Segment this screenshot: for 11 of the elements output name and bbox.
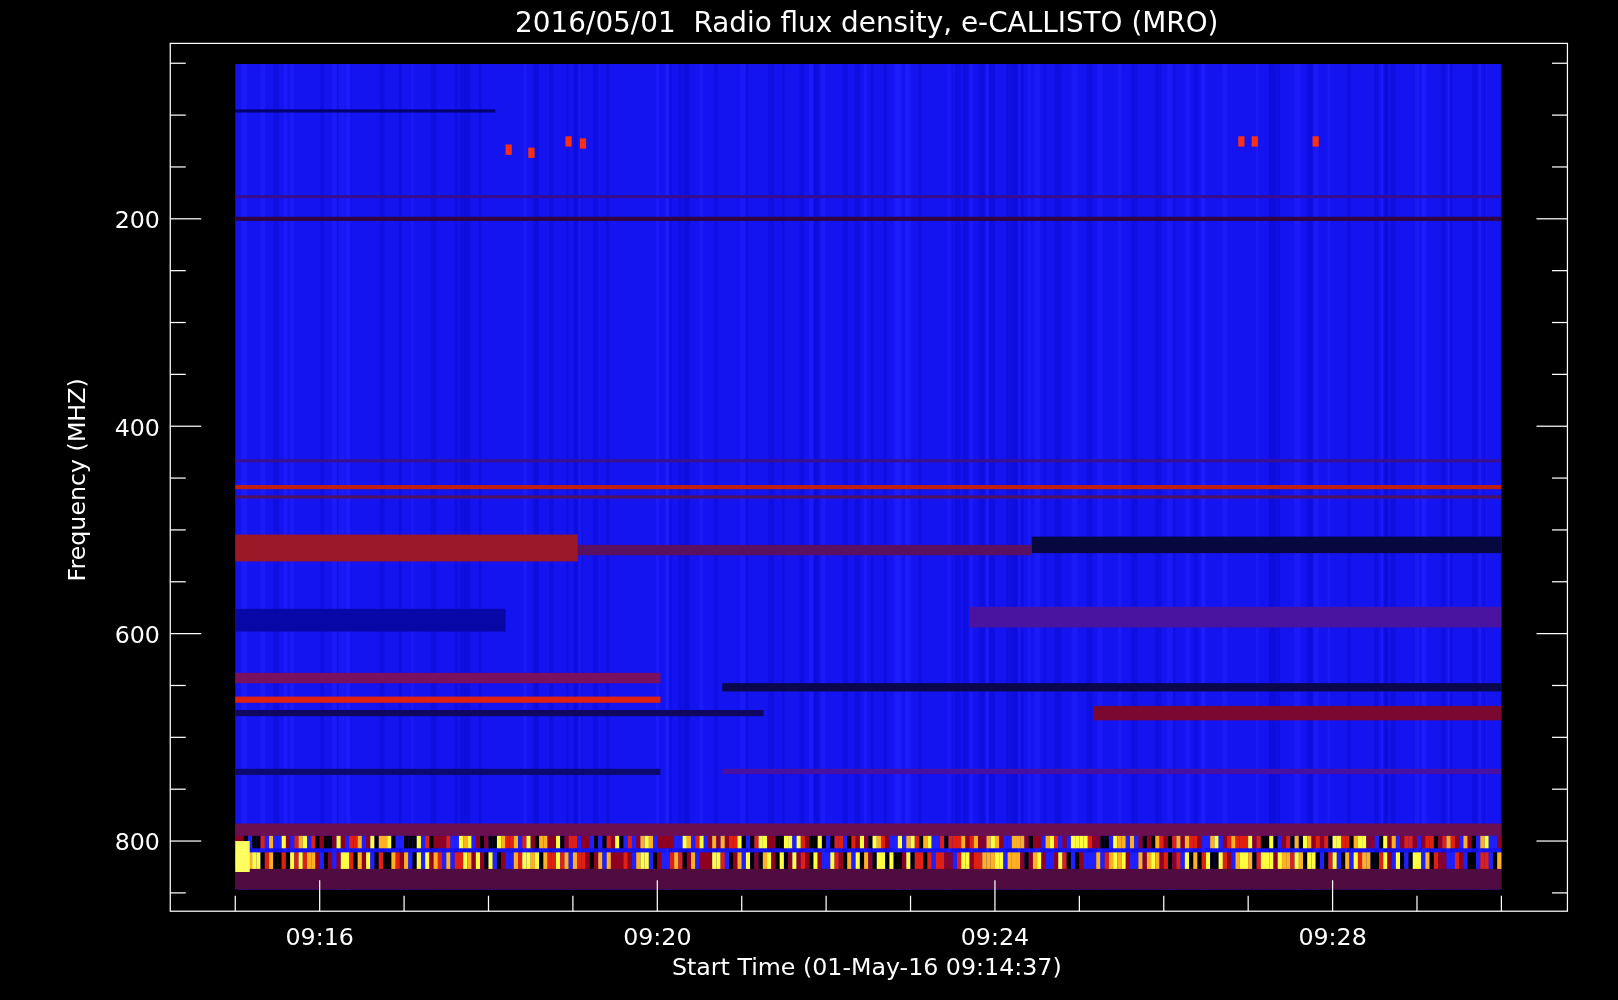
- axis-tick-label: 09:20: [623, 923, 692, 952]
- axis-tick-label: 400: [114, 413, 160, 442]
- axis-tick-label: 800: [114, 828, 160, 857]
- axis-tick-label: 09:24: [960, 923, 1030, 952]
- axis-tick-label: 09:28: [1298, 923, 1367, 952]
- axis-tick-label: 200: [114, 206, 160, 235]
- axis-tick-label: 09:16: [285, 923, 354, 952]
- y-axis-title: Frequency (MHZ): [62, 378, 91, 582]
- chart-title: 2016/05/01 Radio flux density, e-CALLISTO (MRO): [515, 6, 1219, 40]
- axis-tick-label: 600: [114, 620, 160, 649]
- x-axis-title: Start Time (01-May-16 09:14:37): [671, 953, 1062, 982]
